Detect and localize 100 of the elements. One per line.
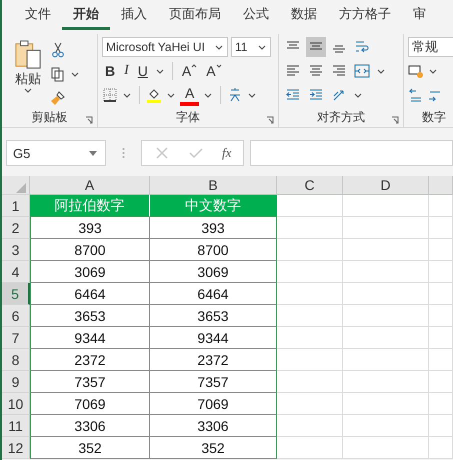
ribbon-tab[interactable]: 审 xyxy=(402,0,437,30)
italic-button[interactable]: I xyxy=(121,61,132,81)
empty-cell xyxy=(277,305,343,327)
launcher-icon[interactable] xyxy=(266,116,274,124)
scissors-icon[interactable] xyxy=(50,42,66,58)
row-header[interactable]: 5 xyxy=(2,283,30,305)
brush-icon[interactable] xyxy=(50,90,66,106)
table-cell: 8700 xyxy=(30,239,150,261)
ribbon-tab[interactable]: 页面布局 xyxy=(158,0,232,30)
clipboard-icon xyxy=(14,40,42,70)
table-cell: 3069 xyxy=(150,261,277,283)
table-cell: 3069 xyxy=(30,261,150,283)
border-icon[interactable] xyxy=(102,87,118,103)
row-header[interactable]: 8 xyxy=(2,349,30,371)
number-format-dropdown[interactable]: 常规 xyxy=(408,37,453,57)
empty-cell xyxy=(277,261,343,283)
formula-input[interactable] xyxy=(250,140,453,166)
header-cell: 阿拉伯数字 xyxy=(30,195,150,217)
row-header[interactable]: 3 xyxy=(2,239,30,261)
bold-button[interactable]: B xyxy=(102,61,118,81)
table-cell: 6464 xyxy=(30,283,150,305)
table-cell: 9344 xyxy=(30,327,150,349)
group-label: 数字 xyxy=(422,108,446,126)
column-header[interactable]: C xyxy=(277,176,343,195)
empty-cell xyxy=(277,327,343,349)
launcher-icon[interactable] xyxy=(391,116,399,124)
group-label: 字体 xyxy=(176,108,200,126)
fill-color-icon[interactable] xyxy=(146,87,162,103)
empty-cell xyxy=(429,371,453,393)
empty-cell xyxy=(429,239,453,261)
caret-icon[interactable] xyxy=(204,92,212,98)
row-header[interactable]: 4 xyxy=(2,261,30,283)
group-label: 对齐方式 xyxy=(317,108,365,126)
row-header[interactable]: 7 xyxy=(2,327,30,349)
caret-icon[interactable] xyxy=(429,68,437,74)
caret-icon[interactable] xyxy=(258,44,266,50)
table-cell: 352 xyxy=(30,437,150,459)
caret-icon[interactable] xyxy=(377,68,385,74)
font-size-dropdown[interactable]: 11 xyxy=(231,37,271,57)
caret-icon[interactable] xyxy=(354,92,362,98)
empty-cell xyxy=(429,393,453,415)
shrink-font-button[interactable]: A xyxy=(203,61,225,81)
decimal-icon[interactable] xyxy=(408,87,424,103)
row-header[interactable]: 6 xyxy=(2,305,30,327)
ribbon-tab[interactable]: 开始 xyxy=(62,0,110,30)
ribbon-tab[interactable]: 插入 xyxy=(110,0,158,30)
insert-function-button[interactable]: fx xyxy=(222,145,232,161)
empty-cell xyxy=(429,195,453,217)
column-header[interactable]: D xyxy=(343,176,429,195)
empty-cell xyxy=(277,239,343,261)
ribbon-tab[interactable]: 方方格子 xyxy=(328,0,402,30)
table-cell: 3653 xyxy=(30,305,150,327)
table-cell: 7069 xyxy=(150,393,277,415)
caret-icon[interactable] xyxy=(156,68,164,74)
header-cell: 中文数字 xyxy=(150,195,277,217)
empty-cell xyxy=(429,327,453,349)
table-cell: 2372 xyxy=(150,349,277,371)
empty-cell xyxy=(429,415,453,437)
underline-button[interactable]: U xyxy=(134,61,151,81)
font-color-button[interactable]: A xyxy=(180,84,200,106)
copy-icon[interactable] xyxy=(50,66,66,82)
launcher-icon[interactable] xyxy=(85,116,93,124)
ribbon-tab[interactable]: 公式 xyxy=(232,0,280,30)
name-box[interactable]: G5 xyxy=(6,140,106,166)
empty-cell xyxy=(429,217,453,239)
empty-cell xyxy=(277,437,343,459)
ribbon-tab[interactable]: 数据 xyxy=(280,0,328,30)
table-cell: 3653 xyxy=(150,305,277,327)
ribbon-tab[interactable]: 文件 xyxy=(14,0,62,30)
row-header[interactable]: 10 xyxy=(2,393,30,415)
table-cell: 7357 xyxy=(150,371,277,393)
empty-cell xyxy=(277,349,343,371)
caret-icon[interactable] xyxy=(89,150,97,156)
row-header[interactable]: 12 xyxy=(2,437,30,459)
middle-align-icon[interactable] xyxy=(306,37,326,57)
empty-cell xyxy=(277,217,343,239)
caret-icon[interactable] xyxy=(248,92,256,98)
caret-icon[interactable] xyxy=(167,92,175,98)
caret-up-icon xyxy=(191,64,198,68)
table-cell: 6464 xyxy=(150,283,277,305)
row-header[interactable]: 9 xyxy=(2,371,30,393)
row-header[interactable]: 1 xyxy=(2,195,30,217)
grow-font-button[interactable]: A xyxy=(178,61,200,81)
caret-icon[interactable] xyxy=(71,72,79,76)
column-header[interactable]: B xyxy=(150,176,277,195)
row-header[interactable]: 11 xyxy=(2,415,30,437)
empty-cell xyxy=(429,283,453,305)
paste-button[interactable]: 粘贴 xyxy=(14,34,42,107)
table-cell: 2372 xyxy=(30,349,150,371)
empty-cell xyxy=(277,393,343,415)
font-name-dropdown[interactable]: Microsoft YaHei UI xyxy=(102,37,228,57)
column-header[interactable]: A xyxy=(30,176,150,195)
table-cell: 9344 xyxy=(150,327,277,349)
caret-icon[interactable] xyxy=(24,88,32,93)
table-cell: 393 xyxy=(150,217,277,239)
caret-icon[interactable] xyxy=(215,44,223,50)
empty-cell xyxy=(277,415,343,437)
accounting-icon[interactable] xyxy=(408,63,424,79)
caret-icon[interactable] xyxy=(123,92,131,98)
row-header[interactable]: 2 xyxy=(2,217,30,239)
